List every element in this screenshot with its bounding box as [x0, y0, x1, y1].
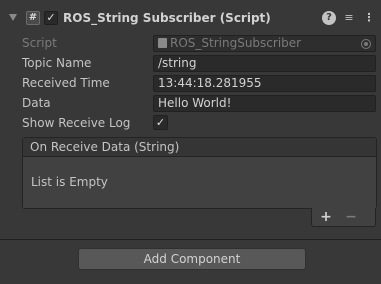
- component-enabled-checkbox[interactable]: ✓: [44, 11, 58, 25]
- help-icon[interactable]: ?: [322, 11, 336, 25]
- data-row: Data Hello World!: [0, 94, 381, 112]
- received-time-label: Received Time: [22, 76, 110, 90]
- show-receive-log-row: Show Receive Log ✓: [0, 114, 381, 132]
- topic-name-row: Topic Name /string: [0, 54, 381, 72]
- script-value: ROS_StringSubscriber: [170, 36, 302, 50]
- received-time-row: Received Time 13:44:18.281955: [0, 74, 381, 92]
- list-add-button[interactable]: +: [317, 208, 335, 226]
- received-time-input[interactable]: 13:44:18.281955: [153, 75, 376, 92]
- foldout-arrow-icon[interactable]: [9, 14, 17, 21]
- object-picker-icon[interactable]: [361, 39, 371, 49]
- script-label: Script: [22, 36, 57, 50]
- component-header: # ✓ ROS_String Subscriber (Script) ? ≡ ⋮: [0, 8, 381, 30]
- script-field: ROS_StringSubscriber: [153, 35, 376, 52]
- script-asset-icon: [158, 38, 167, 48]
- presets-icon[interactable]: ≡: [342, 11, 356, 25]
- list-footer: + −: [311, 208, 376, 227]
- show-receive-log-label: Show Receive Log: [22, 116, 131, 130]
- script-row: Script ROS_StringSubscriber: [0, 34, 381, 52]
- data-label: Data: [22, 96, 51, 110]
- topic-name-label: Topic Name: [22, 56, 92, 70]
- show-receive-log-checkbox[interactable]: ✓: [153, 115, 168, 130]
- inspector-divider: [0, 239, 381, 240]
- context-menu-icon[interactable]: ⋮: [362, 11, 376, 25]
- data-input[interactable]: Hello World!: [153, 95, 376, 112]
- add-component-button[interactable]: Add Component: [78, 248, 306, 270]
- component-title: ROS_String Subscriber (Script): [63, 11, 271, 25]
- list-empty-text: List is Empty: [31, 175, 108, 189]
- topic-name-input[interactable]: /string: [153, 55, 376, 72]
- list-header[interactable]: On Receive Data (String): [23, 138, 376, 157]
- list-body: List is Empty: [23, 157, 376, 208]
- script-icon: #: [26, 11, 40, 25]
- on-receive-data-list: On Receive Data (String) List is Empty: [22, 137, 377, 209]
- list-remove-button[interactable]: −: [342, 208, 360, 226]
